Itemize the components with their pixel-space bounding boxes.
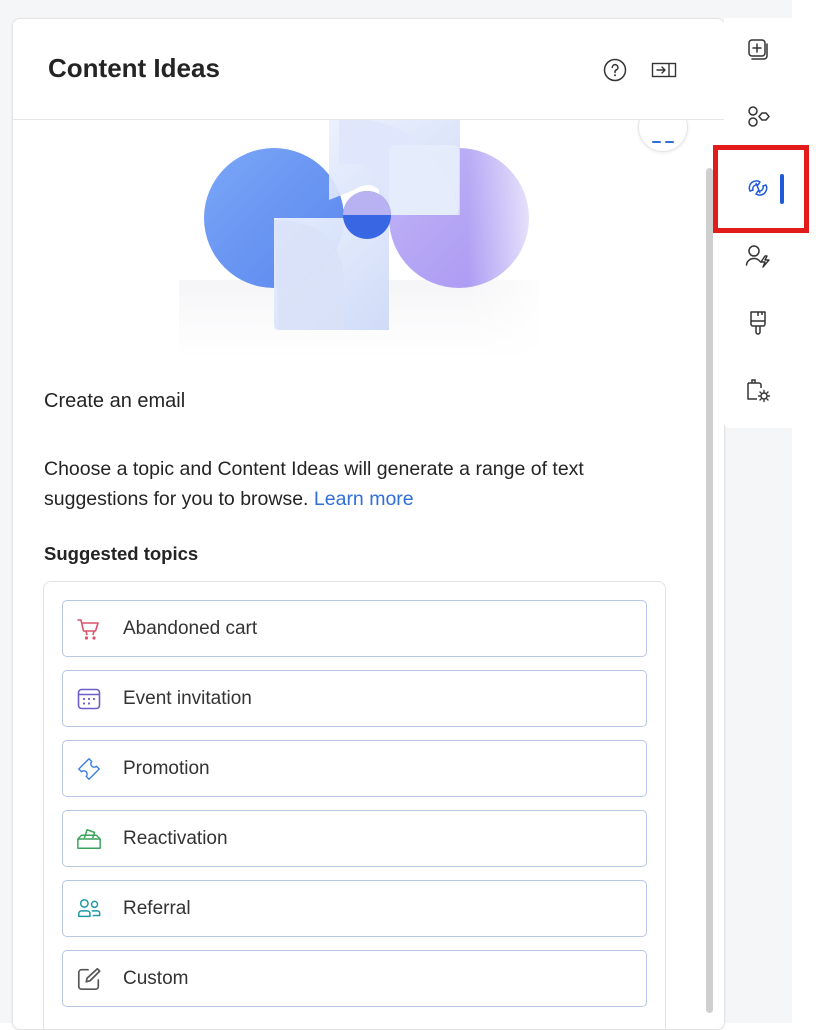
- page-settings-button[interactable]: [738, 370, 778, 410]
- copilot-swirl-illustration: [179, 120, 539, 360]
- people-icon: [76, 896, 102, 922]
- topic-promotion[interactable]: Promotion: [62, 740, 647, 797]
- panel-scrollbar[interactable]: [706, 168, 713, 1013]
- right-toolbar: [724, 18, 792, 428]
- learn-more-link[interactable]: Learn more: [314, 488, 414, 510]
- add-section-icon: [748, 39, 768, 60]
- edit-icon: [76, 966, 102, 992]
- settings-page-icon: [747, 379, 771, 403]
- topic-label: Promotion: [123, 757, 210, 779]
- question-circle-icon: [603, 58, 627, 82]
- topic-event-invitation[interactable]: Event invitation: [62, 670, 647, 727]
- brush-icon: [750, 311, 766, 335]
- topic-label: Reactivation: [123, 827, 228, 849]
- topic-label: Abandoned cart: [123, 617, 258, 639]
- section-title: Create an email: [44, 390, 186, 412]
- collapse-panel-button[interactable]: [651, 57, 677, 83]
- active-indicator: [780, 174, 784, 204]
- styles-button[interactable]: [738, 303, 778, 343]
- panel-title: Content Ideas: [48, 53, 220, 83]
- content-ideas-panel: Content Ideas Create an email Choose a t…: [12, 18, 725, 1030]
- description: Choose a topic and Content Ideas will ge…: [44, 454, 664, 514]
- topic-label: Event invitation: [123, 687, 252, 709]
- topic-label: Custom: [123, 967, 189, 989]
- ballot-box-icon: [76, 826, 102, 852]
- canvas-background: [0, 0, 12, 1023]
- cart-icon: [76, 616, 102, 642]
- panel-header: Content Ideas: [13, 19, 724, 120]
- add-section-button[interactable]: [738, 30, 778, 70]
- topics-list: Abandoned cart Event invitation Promotio…: [43, 581, 666, 1029]
- topic-referral[interactable]: Referral: [62, 880, 647, 937]
- calendar-icon: [76, 686, 102, 712]
- elements-button[interactable]: [738, 97, 778, 137]
- hero-illustration: [179, 120, 539, 360]
- copilot-button[interactable]: [738, 168, 778, 208]
- panel-body: Create an email Choose a topic and Conte…: [13, 102, 724, 1029]
- topic-reactivation[interactable]: Reactivation: [62, 810, 647, 867]
- ticket-icon: [76, 756, 102, 782]
- topic-abandoned-cart[interactable]: Abandoned cart: [62, 600, 647, 657]
- personalize-button[interactable]: [738, 236, 778, 276]
- topics-title: Suggested topics: [44, 543, 199, 564]
- copilot-icon: [748, 180, 768, 196]
- personalize-icon: [745, 245, 770, 268]
- topic-custom[interactable]: Custom: [62, 950, 647, 1007]
- elements-icon: [748, 106, 770, 127]
- help-button[interactable]: [602, 57, 628, 83]
- topic-label: Referral: [123, 897, 191, 919]
- dock-right-icon: [651, 62, 677, 78]
